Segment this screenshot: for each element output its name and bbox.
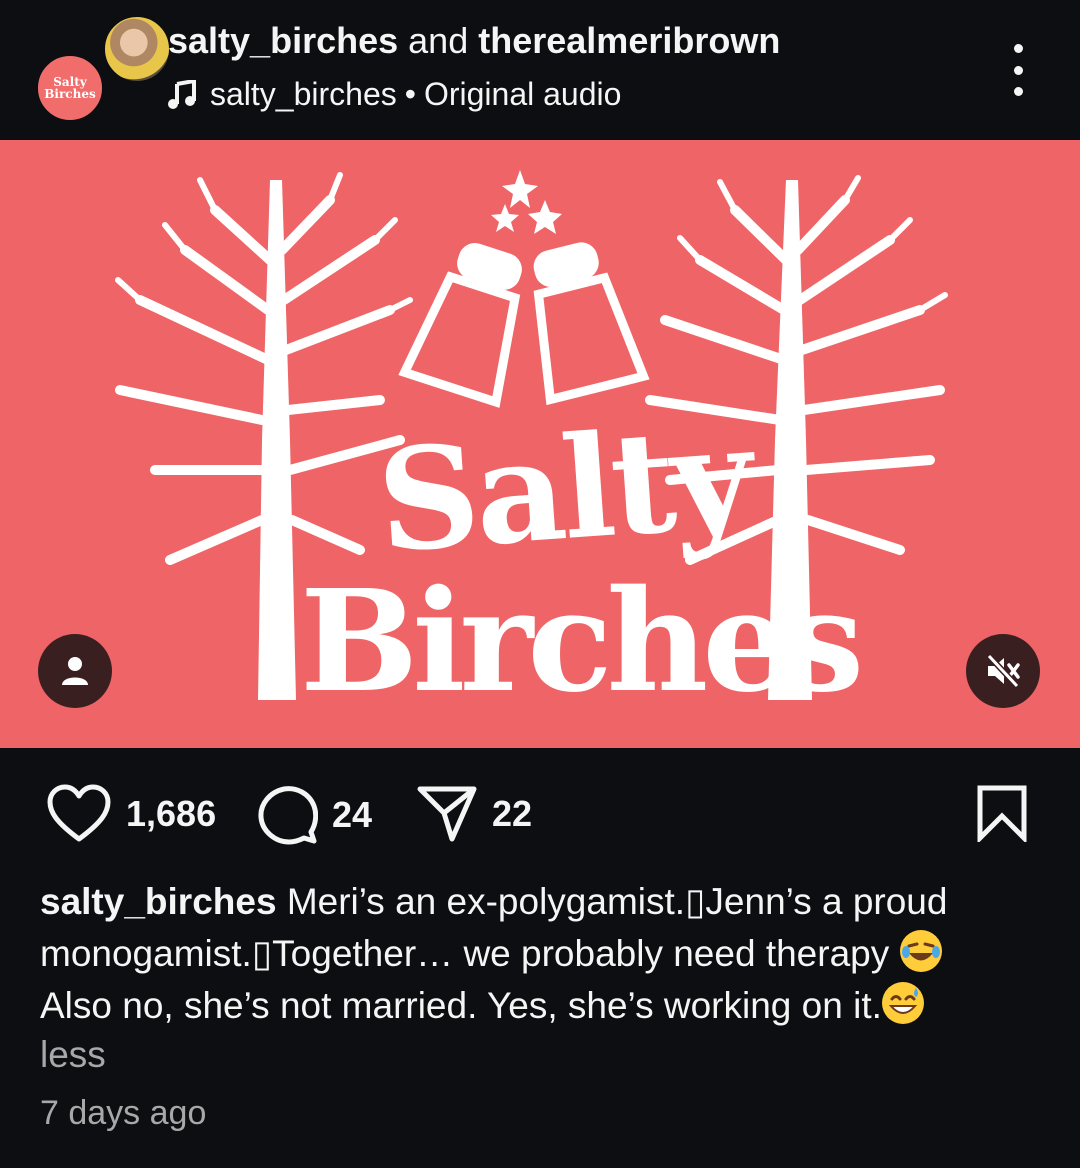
post-media[interactable]: Salty Birches <box>0 140 1080 748</box>
more-icon-dot <box>1013 44 1023 53</box>
logo-word-salty: Salty <box>372 395 755 585</box>
audio-username: salty_birches <box>210 76 397 112</box>
post-timestamp: 7 days ago <box>40 1094 207 1132</box>
like-action[interactable]: 1,686 <box>46 784 216 844</box>
post-caption: salty_birches Meri’s an ex-polygamist.▯J… <box>40 876 1050 1032</box>
grinning-sweat-emoji-icon <box>881 982 924 1024</box>
caption-text-line3: Also no, she’s not married. Yes, she’s w… <box>40 985 882 1026</box>
caption-text-line1: Meri’s an ex-polygamist.▯Jenn’s a proud <box>286 881 948 922</box>
more-options-button[interactable] <box>1002 44 1034 96</box>
audio-label: Original audio <box>423 76 622 112</box>
share-icon <box>417 786 477 842</box>
more-icon-dot <box>1013 87 1023 96</box>
comment-icon <box>258 786 318 845</box>
post-authors: salty_birches and therealmeribrown <box>168 20 780 62</box>
tagged-users-button[interactable] <box>38 634 112 708</box>
author-username[interactable]: salty_birches <box>168 20 398 61</box>
collaborator-username[interactable]: therealmeribrown <box>478 20 780 61</box>
comment-count: 24 <box>332 794 373 835</box>
caption-username[interactable]: salty_birches <box>40 881 277 922</box>
save-button[interactable] <box>976 784 1028 847</box>
share-count: 22 <box>492 793 533 834</box>
audio-separator: • <box>404 76 416 112</box>
collaborator-avatar[interactable] <box>102 14 172 84</box>
audio-info[interactable]: salty_birches • Original audio <box>168 76 621 113</box>
avatar-logo-text: Salty Birches <box>44 75 96 101</box>
user-tag-icon <box>62 657 88 685</box>
heart-icon <box>47 784 111 842</box>
more-icon-dot <box>1013 65 1023 75</box>
bookmark-icon <box>977 785 1027 845</box>
logo-word-birches: Birches <box>300 560 864 724</box>
author-avatar[interactable]: Salty Birches <box>34 52 106 124</box>
caption-text-line2: monogamist.▯Together… we probably need t… <box>40 933 890 974</box>
post-actions-bar: 1,686 24 22 <box>0 748 1080 868</box>
share-action[interactable]: 22 <box>416 784 532 844</box>
muted-speaker-icon <box>986 654 1020 688</box>
mute-toggle-button[interactable] <box>966 634 1040 708</box>
authors-joiner: and <box>408 20 469 61</box>
laughing-tears-emoji-icon <box>899 930 942 972</box>
comment-action[interactable]: 24 <box>256 784 372 846</box>
like-count: 1,686 <box>126 793 217 834</box>
music-note-icon <box>168 79 196 109</box>
avatar-group[interactable]: Salty Birches <box>34 14 172 124</box>
collapse-caption-link[interactable]: less <box>40 1034 106 1076</box>
post-header: Salty Birches salty_birches and therealm… <box>0 0 1080 140</box>
